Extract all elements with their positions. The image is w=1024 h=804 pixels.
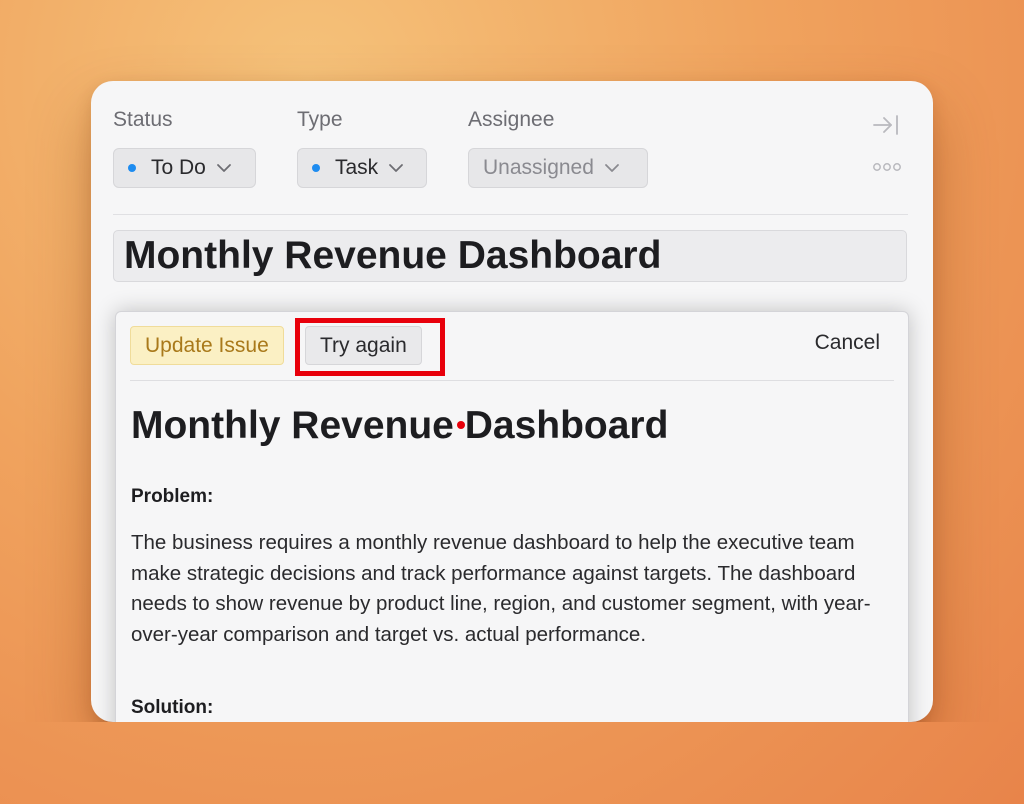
type-label: Type [297,108,343,131]
doc-title: Monthly Revenue Dashboard [131,404,669,447]
status-label: Status [113,108,173,131]
problem-text: The business requires a monthly revenue … [131,531,871,646]
type-dropdown[interactable]: Task [297,148,427,188]
assignee-dropdown[interactable]: Unassigned [468,148,648,188]
header-divider [113,214,908,215]
try-again-button[interactable]: Try again [305,326,422,365]
status-value: To Do [151,156,206,179]
assignee-value: Unassigned [483,156,594,179]
type-dot-icon [312,164,320,172]
status-dropdown[interactable]: To Do [113,148,256,188]
solution-heading: Solution: [131,697,214,718]
panel-divider [130,380,894,381]
cursor-dot [457,421,465,429]
assignee-label: Assignee [468,108,555,131]
cancel-button[interactable]: Cancel [815,331,880,355]
update-issue-button[interactable]: Update Issue [130,326,284,365]
more-options-icon[interactable] [872,160,902,179]
chevron-down-icon [388,163,404,173]
status-dot-icon [128,164,136,172]
issue-title-input[interactable]: Monthly Revenue Dashboard [113,230,907,282]
collapse-panel-icon[interactable] [872,113,900,142]
type-value: Task [335,156,379,179]
problem-heading: Problem: [131,486,214,507]
suggestion-panel [115,311,909,743]
issue-title-text: Monthly Revenue Dashboard [124,234,662,277]
chevron-down-icon [604,163,620,173]
chevron-down-icon [216,163,232,173]
